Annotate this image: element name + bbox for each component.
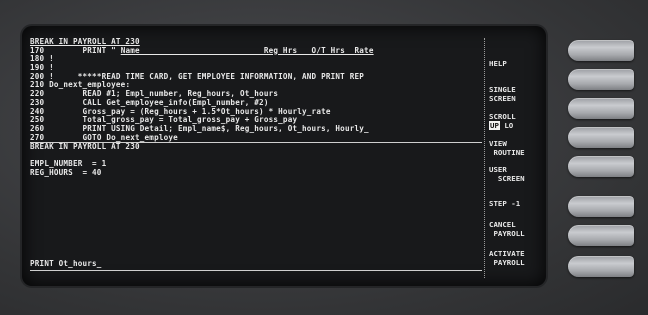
code-line: 260 PRINT USING Detail; Empl_name$, Reg_… bbox=[30, 124, 369, 133]
softkey-label-help: HELP bbox=[489, 59, 507, 68]
code-line: 240 Gross_pay = (Reg_hours + 1.5*Ot_hour… bbox=[30, 107, 331, 116]
code-line: 230 CALL Get_employee_info(Empl_number, … bbox=[30, 98, 269, 107]
softkey-label-cancel-payroll: CANCEL PAYROLL bbox=[489, 220, 525, 238]
softkey-button-1[interactable] bbox=[568, 40, 634, 61]
crt-screen: BREAK IN PAYROLL AT 230 170 PRINT " Name… bbox=[22, 26, 546, 286]
code-line: 170 PRINT " Name Reg Hrs O/T Hrs Rate bbox=[30, 46, 374, 55]
command-line[interactable]: PRINT Ot_hours_ bbox=[30, 260, 482, 271]
code-line: 200 ! *****READ TIME CARD, GET EMPLOYEE … bbox=[30, 72, 365, 81]
watch-value: EMPL_NUMBER = 1 bbox=[30, 160, 107, 168]
softkey-label-user-screen: USER SCREEN bbox=[489, 165, 525, 183]
softkey-label-scroll: SCROLL UP LO bbox=[489, 112, 516, 130]
softkey-label-activate-payroll: ACTIVATE PAYROLL bbox=[489, 249, 525, 267]
code-line: 270 GOTO Do_next_employe bbox=[30, 134, 482, 144]
softkey-button-7[interactable] bbox=[568, 225, 634, 246]
code-line: 210 Do_next_employee: bbox=[30, 81, 131, 90]
code-line: 220 READ #1; Empl_number, Reg_hours, Ot_… bbox=[30, 90, 279, 99]
command-input[interactable]: PRINT Ot_hours_ bbox=[30, 260, 482, 269]
softkey-button-2[interactable] bbox=[568, 69, 634, 90]
watch-pane: EMPL_NUMBER = 1 REG_HOURS = 40 bbox=[30, 160, 482, 177]
code-line: 250 Total_gross_pay = Total_gross_pay + … bbox=[30, 116, 298, 125]
softkey-label-single-screen: SINGLE SCREEN bbox=[489, 85, 516, 103]
debugger-source-pane: BREAK IN PAYROLL AT 230 170 PRINT " Name… bbox=[30, 38, 482, 276]
softkey-button-3[interactable] bbox=[568, 98, 634, 119]
softkey-labels: HELP SINGLE SCREEN SCROLL UP LO VIEW ROUTI… bbox=[484, 38, 543, 278]
softkey-label-step: STEP -1 bbox=[489, 199, 521, 208]
code-line: 180 ! bbox=[30, 55, 54, 64]
softkey-button-6[interactable] bbox=[568, 196, 634, 217]
watch-value: REG_HOURS = 40 bbox=[30, 168, 102, 177]
softkey-button-8[interactable] bbox=[568, 256, 634, 277]
softkey-label-view-routine: VIEW ROUTINE bbox=[489, 139, 525, 157]
softkey-button-5[interactable] bbox=[568, 156, 634, 177]
break-status-line: BREAK IN PAYROLL AT 230 bbox=[30, 143, 140, 152]
break-header: BREAK IN PAYROLL AT 230 bbox=[30, 38, 140, 46]
code-line: 190 ! bbox=[30, 64, 54, 73]
softkey-button-4[interactable] bbox=[568, 127, 634, 148]
